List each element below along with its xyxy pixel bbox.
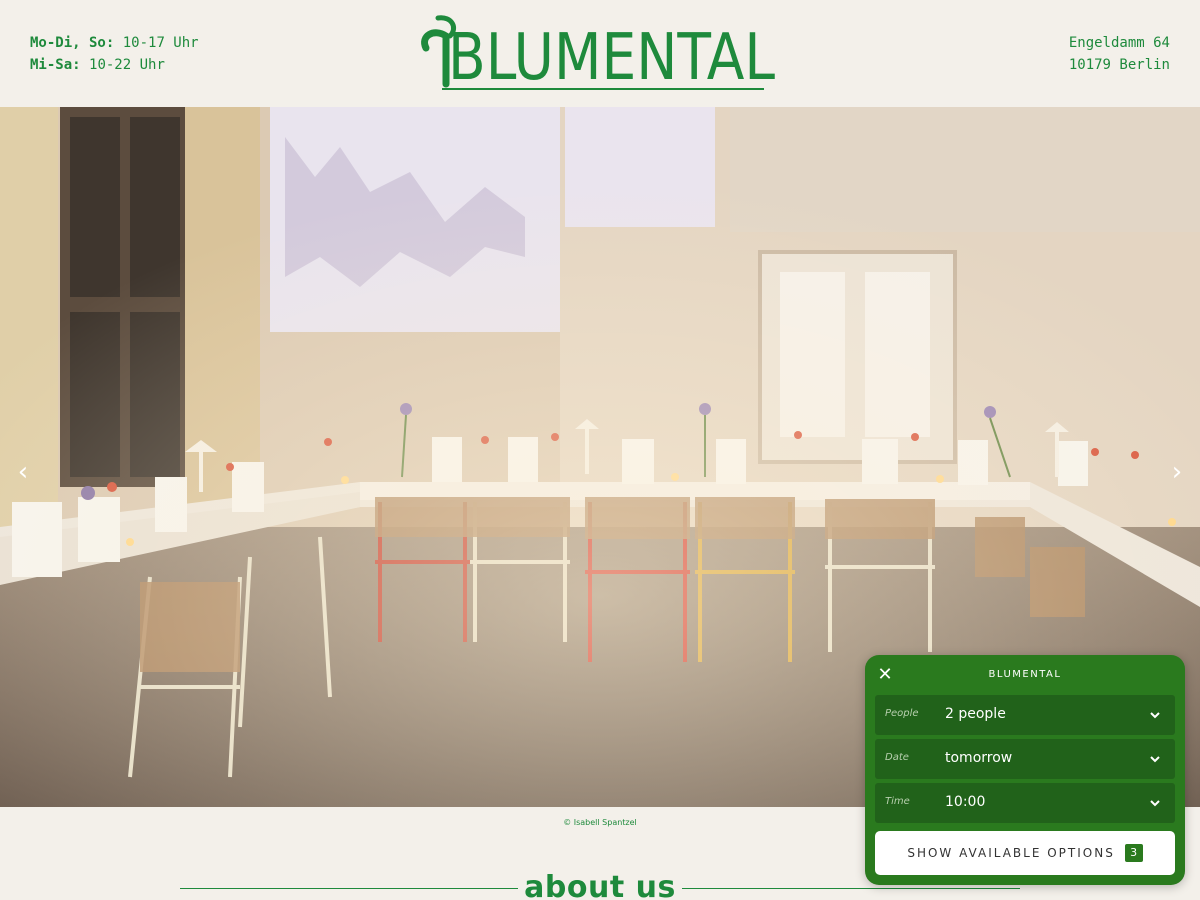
time-label: Time — [885, 796, 910, 807]
widget-title: BLUMENTAL — [988, 669, 1062, 680]
site-header: Mo-Di, So: 10-17 Uhr Mi-Sa: 10-22 Uhr BL… — [0, 0, 1200, 107]
date-label: Date — [885, 752, 909, 763]
opening-hours: Mo-Di, So: 10-17 Uhr Mi-Sa: 10-22 Uhr — [30, 32, 199, 76]
hours-days-1: Mo-Di, So: — [30, 35, 115, 51]
address-city: 10179 Berlin — [1068, 57, 1170, 73]
date-select[interactable]: Date tomorrow — [875, 739, 1175, 779]
chevron-down-icon — [1150, 756, 1160, 763]
people-select[interactable]: People 2 people — [875, 695, 1175, 735]
logo-underline — [442, 88, 764, 90]
logo-wordmark: BLUMENTAL — [448, 21, 776, 95]
hours-time-2: 10-22 Uhr — [89, 57, 165, 73]
site-logo[interactable]: BLUMENTAL — [418, 14, 775, 94]
people-value: 2 people — [945, 706, 1006, 722]
hours-time-1: 10-17 Uhr — [122, 35, 199, 51]
options-count-badge: 3 — [1124, 843, 1143, 862]
show-available-options-button[interactable]: SHOW AVAILABLE OPTIONS 3 — [875, 831, 1175, 875]
booking-widget: ✕ BLUMENTAL People 2 people Date tomorro… — [865, 655, 1185, 885]
date-value: tomorrow — [945, 750, 1013, 766]
about-heading: about us — [524, 870, 676, 900]
show-options-label: SHOW AVAILABLE OPTIONS — [907, 846, 1115, 860]
chevron-down-icon — [1150, 712, 1160, 719]
time-value: 10:00 — [945, 794, 986, 810]
time-select[interactable]: Time 10:00 — [875, 783, 1175, 823]
address: Engeldamm 64 10179 Berlin — [1069, 32, 1170, 76]
about-divider-right — [682, 888, 1020, 889]
chevron-down-icon — [1150, 800, 1160, 807]
hours-days-2: Mi-Sa: — [30, 57, 81, 73]
carousel-next-button[interactable]: › — [1162, 457, 1192, 487]
about-divider-left — [180, 888, 518, 889]
people-label: People — [885, 708, 919, 719]
carousel-prev-button[interactable]: ‹ — [8, 457, 38, 487]
address-street: Engeldamm 64 — [1068, 35, 1170, 51]
